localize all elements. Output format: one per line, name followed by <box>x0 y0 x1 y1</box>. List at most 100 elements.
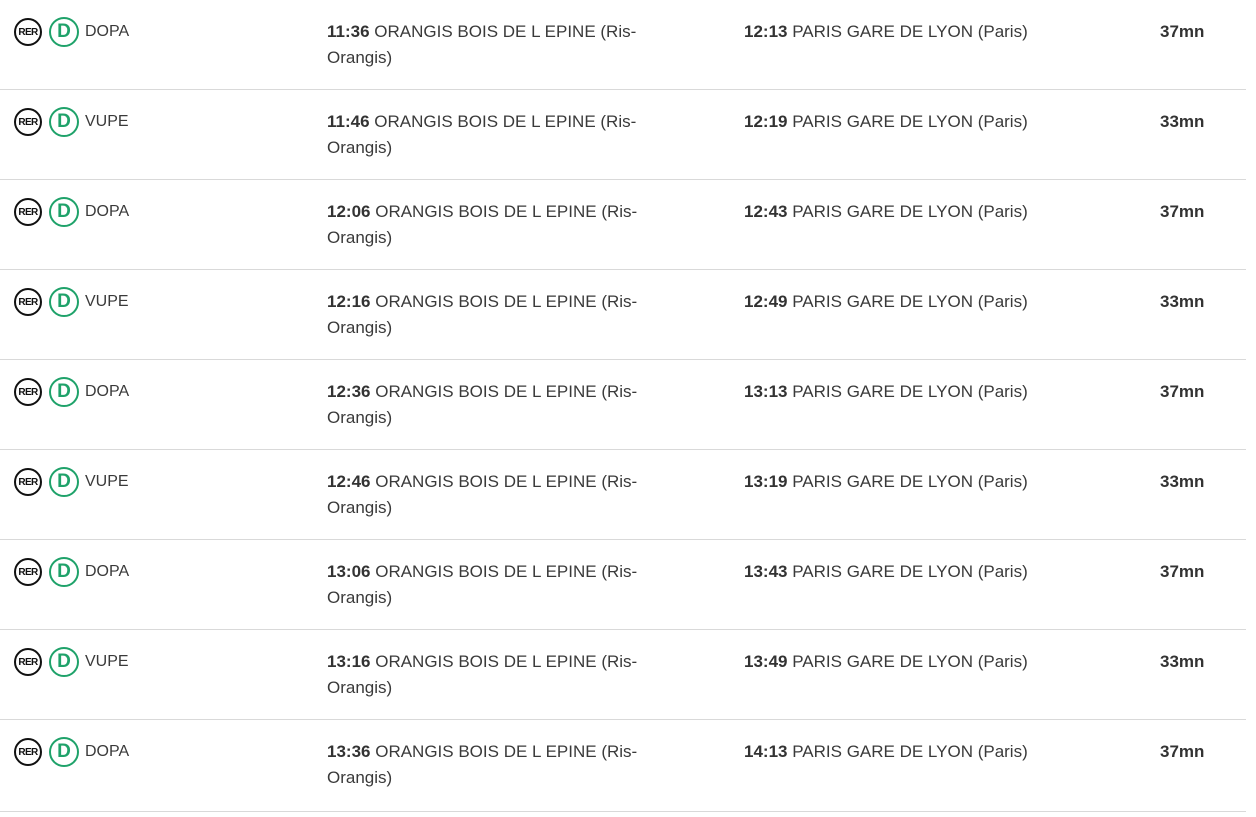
mission-code: VUPE <box>85 653 129 670</box>
mission-code: DOPA <box>85 383 130 400</box>
departure: 11:36 ORANGIS BOIS DE L EPINE (Ris- Oran… <box>327 19 657 71</box>
departure-time: 12:46 <box>327 472 371 491</box>
departure-station-cont: Orangis) <box>327 678 393 697</box>
departure-station-cont: Orangis) <box>327 318 393 337</box>
departure-station-cont: Orangis) <box>327 588 393 607</box>
departure: 13:36 ORANGIS BOIS DE L EPINE (Ris- Oran… <box>327 739 657 791</box>
line-d-icon: D <box>49 197 79 227</box>
departure-time: 13:16 <box>327 652 371 671</box>
arrival-station: PARIS GARE DE LYON (Paris) <box>792 22 1028 41</box>
arrival: 12:43 PARIS GARE DE LYON (Paris) <box>744 199 1124 225</box>
rer-icon: RER <box>14 18 42 46</box>
line-badges: RER D VUPE <box>14 107 129 137</box>
duration: 33mn <box>1160 292 1205 311</box>
mission-code: DOPA <box>85 563 130 580</box>
line-badges: RER D DOPA <box>14 377 129 407</box>
arrival: 13:19 PARIS GARE DE LYON (Paris) <box>744 469 1124 495</box>
arrival-station: PARIS GARE DE LYON (Paris) <box>792 652 1028 671</box>
journey-row[interactable]: RER D DOPA 12:36 ORANGIS BOIS DE L EPINE… <box>0 360 1246 450</box>
duration: 37mn <box>1160 562 1205 581</box>
duration: 37mn <box>1160 202 1205 221</box>
arrival-station: PARIS GARE DE LYON (Paris) <box>792 742 1028 761</box>
mission-code: VUPE <box>85 293 129 310</box>
line-d-icon: D <box>49 557 79 587</box>
rer-icon: RER <box>14 288 42 316</box>
departure-station: ORANGIS BOIS DE L EPINE (Ris- <box>375 652 638 671</box>
departure-station: ORANGIS BOIS DE L EPINE (Ris- <box>375 382 638 401</box>
journey-row[interactable]: RER D DOPA 13:36 ORANGIS BOIS DE L EPINE… <box>0 720 1246 812</box>
departure-station-cont: Orangis) <box>327 768 393 787</box>
journey-row[interactable]: RER D VUPE 13:16 ORANGIS BOIS DE L EPINE… <box>0 630 1246 720</box>
line-d-icon: D <box>49 107 79 137</box>
line-badges: RER D VUPE <box>14 467 129 497</box>
rer-icon: RER <box>14 738 42 766</box>
departure-station: ORANGIS BOIS DE L EPINE (Ris- <box>375 292 638 311</box>
line-badges: RER D DOPA <box>14 737 129 767</box>
arrival-station: PARIS GARE DE LYON (Paris) <box>792 292 1028 311</box>
departure-station: ORANGIS BOIS DE L EPINE (Ris- <box>375 742 638 761</box>
departure-time: 11:36 <box>327 22 370 41</box>
journey-row[interactable]: RER D DOPA 11:36 ORANGIS BOIS DE L EPINE… <box>0 0 1246 90</box>
rer-icon: RER <box>14 648 42 676</box>
mission-code: DOPA <box>85 203 130 220</box>
arrival-time: 12:43 <box>744 202 788 221</box>
arrival-time: 13:13 <box>744 382 788 401</box>
departure-station: ORANGIS BOIS DE L EPINE (Ris- <box>374 22 637 41</box>
departure-station: ORANGIS BOIS DE L EPINE (Ris- <box>374 112 637 131</box>
departure-station: ORANGIS BOIS DE L EPINE (Ris- <box>375 472 638 491</box>
arrival-time: 13:43 <box>744 562 788 581</box>
journey-results-list: RER D DOPA 11:36 ORANGIS BOIS DE L EPINE… <box>0 0 1246 812</box>
departure-station-cont: Orangis) <box>327 408 393 427</box>
departure-station-cont: Orangis) <box>327 48 393 67</box>
arrival: 12:19 PARIS GARE DE LYON (Paris) <box>744 109 1124 135</box>
rer-icon: RER <box>14 468 42 496</box>
arrival: 13:13 PARIS GARE DE LYON (Paris) <box>744 379 1124 405</box>
departure: 12:06 ORANGIS BOIS DE L EPINE (Ris- Oran… <box>327 199 657 251</box>
arrival-station: PARIS GARE DE LYON (Paris) <box>792 202 1028 221</box>
line-d-icon: D <box>49 737 79 767</box>
rer-icon: RER <box>14 108 42 136</box>
line-badges: RER D VUPE <box>14 647 129 677</box>
departure-time: 13:06 <box>327 562 371 581</box>
journey-row[interactable]: RER D DOPA 12:06 ORANGIS BOIS DE L EPINE… <box>0 180 1246 270</box>
mission-code: DOPA <box>85 23 130 40</box>
arrival-station: PARIS GARE DE LYON (Paris) <box>792 112 1028 131</box>
journey-row[interactable]: RER D VUPE 12:16 ORANGIS BOIS DE L EPINE… <box>0 270 1246 360</box>
arrival-station: PARIS GARE DE LYON (Paris) <box>792 382 1028 401</box>
arrival: 12:13 PARIS GARE DE LYON (Paris) <box>744 19 1124 45</box>
line-badges: RER D DOPA <box>14 557 129 587</box>
mission-code: VUPE <box>85 473 129 490</box>
arrival-time: 13:49 <box>744 652 788 671</box>
duration: 37mn <box>1160 742 1205 761</box>
departure-station-cont: Orangis) <box>327 228 393 247</box>
departure-station: ORANGIS BOIS DE L EPINE (Ris- <box>375 562 638 581</box>
departure-time: 12:16 <box>327 292 371 311</box>
journey-row[interactable]: RER D VUPE 11:46 ORANGIS BOIS DE L EPINE… <box>0 90 1246 180</box>
line-d-icon: D <box>49 17 79 47</box>
departure: 13:16 ORANGIS BOIS DE L EPINE (Ris- Oran… <box>327 649 657 701</box>
journey-row[interactable]: RER D DOPA 13:06 ORANGIS BOIS DE L EPINE… <box>0 540 1246 630</box>
departure: 11:46 ORANGIS BOIS DE L EPINE (Ris- Oran… <box>327 109 657 161</box>
arrival-time: 12:13 <box>744 22 788 41</box>
mission-code: DOPA <box>85 743 130 760</box>
departure-time: 11:46 <box>327 112 370 131</box>
line-badges: RER D DOPA <box>14 197 129 227</box>
departure-time: 12:36 <box>327 382 371 401</box>
mission-code: VUPE <box>85 113 129 130</box>
line-badges: RER D VUPE <box>14 287 129 317</box>
duration: 33mn <box>1160 472 1205 491</box>
departure-station-cont: Orangis) <box>327 498 393 517</box>
journey-row[interactable]: RER D VUPE 12:46 ORANGIS BOIS DE L EPINE… <box>0 450 1246 540</box>
rer-icon: RER <box>14 198 42 226</box>
arrival-station: PARIS GARE DE LYON (Paris) <box>792 472 1028 491</box>
arrival-time: 13:19 <box>744 472 788 491</box>
departure-time: 13:36 <box>327 742 371 761</box>
arrival-time: 14:13 <box>744 742 788 761</box>
line-badges: RER D DOPA <box>14 17 129 47</box>
line-d-icon: D <box>49 467 79 497</box>
departure: 12:46 ORANGIS BOIS DE L EPINE (Ris- Oran… <box>327 469 657 521</box>
duration: 33mn <box>1160 652 1205 671</box>
arrival-station: PARIS GARE DE LYON (Paris) <box>792 562 1028 581</box>
departure: 12:36 ORANGIS BOIS DE L EPINE (Ris- Oran… <box>327 379 657 431</box>
arrival: 14:13 PARIS GARE DE LYON (Paris) <box>744 739 1124 765</box>
